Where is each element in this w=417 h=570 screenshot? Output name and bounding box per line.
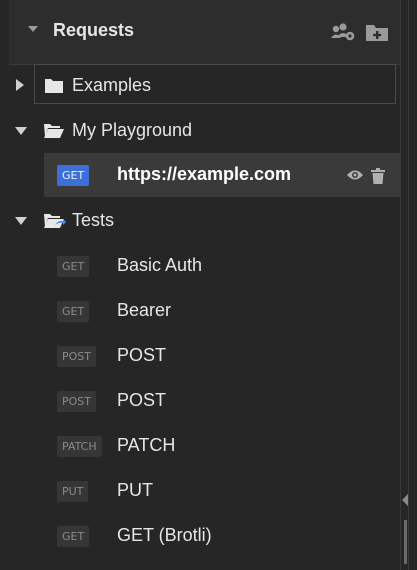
method-badge: PUT: [57, 481, 89, 502]
collapse-caret-icon[interactable]: [28, 26, 38, 32]
expand-caret-icon[interactable]: [16, 79, 24, 91]
folder-label: Tests: [72, 210, 115, 230]
request-label: Basic Auth: [117, 255, 203, 275]
folder-label: Examples: [72, 75, 152, 95]
request-label: POST: [117, 345, 167, 365]
requests-panel: Requests Examples My Playground GET http…: [0, 0, 400, 570]
team-settings-icon[interactable]: [330, 21, 356, 48]
method-badge: POST: [57, 391, 96, 412]
request-item[interactable]: PATCH PATCH: [0, 424, 400, 468]
eye-icon[interactable]: [347, 168, 363, 189]
method-badge: POST: [57, 346, 96, 367]
request-label: PUT: [117, 480, 153, 500]
pane-divider[interactable]: [408, 0, 409, 570]
request-label: Bearer: [117, 300, 172, 320]
request-item[interactable]: PUT PUT: [0, 469, 400, 513]
request-label: https://example.com: [117, 164, 292, 184]
request-item-active[interactable]: GET https://example.com: [44, 153, 400, 197]
folder-open-shared-icon: [44, 213, 66, 234]
method-badge: PATCH: [57, 436, 102, 457]
requests-header[interactable]: Requests: [9, 0, 400, 65]
collapse-caret-icon[interactable]: [15, 217, 27, 225]
scrollbar-thumb[interactable]: [404, 520, 407, 564]
request-label: PATCH: [117, 435, 176, 455]
request-label: GET (Brotli): [117, 525, 212, 545]
request-label: POST: [117, 390, 167, 410]
header-actions: [330, 21, 390, 48]
request-item[interactable]: GET Basic Auth: [0, 244, 400, 288]
folder-my-playground[interactable]: My Playground: [0, 109, 400, 153]
method-badge: GET: [57, 165, 90, 186]
folder-examples[interactable]: Examples: [0, 64, 400, 108]
method-badge: GET: [57, 256, 90, 277]
request-item[interactable]: GET Bearer: [0, 289, 400, 333]
request-actions: [347, 168, 385, 189]
folder-open-icon: [44, 123, 64, 143]
folder-label: My Playground: [72, 120, 193, 140]
collapse-caret-icon[interactable]: [15, 127, 27, 135]
request-item[interactable]: GET GET (Brotli): [0, 514, 400, 558]
trash-icon[interactable]: [371, 168, 385, 189]
folder-tests[interactable]: Tests: [0, 199, 400, 243]
requests-title: Requests: [53, 20, 135, 40]
request-item[interactable]: POST POST: [0, 379, 400, 423]
request-item[interactable]: POST POST: [0, 334, 400, 378]
folder-closed-icon: [45, 78, 63, 98]
method-badge: GET: [57, 301, 90, 322]
method-badge: GET: [57, 526, 90, 547]
add-folder-icon[interactable]: [364, 21, 390, 48]
